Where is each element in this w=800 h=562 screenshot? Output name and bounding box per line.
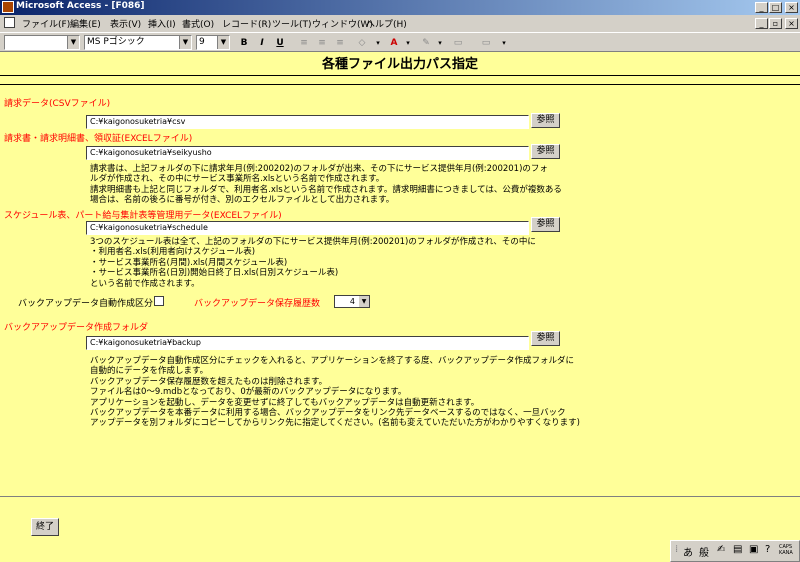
backup-count-combo[interactable]: 4 ▼	[334, 295, 370, 308]
child-restore-icon[interactable]: ▫	[769, 18, 782, 29]
menu-edit[interactable]: 編集(E)	[70, 17, 101, 30]
child-minimize-icon[interactable]: _	[755, 18, 768, 29]
menu-window[interactable]: ウィンドウ(W)	[312, 17, 373, 30]
align-right-icon[interactable]: ≡	[332, 36, 348, 50]
csv-section-label: 請求データ(CSVファイル)	[4, 99, 111, 109]
menu-records[interactable]: レコード(R)	[222, 17, 271, 30]
ime-help-icon[interactable]: ?	[765, 544, 770, 555]
chevron-down-icon[interactable]: ▼	[359, 296, 369, 307]
schedule-note: 3つのスケジュール表は全て、上記のフォルダの下にサービス提供年月(例:20020…	[90, 237, 536, 289]
line-color-dropdown-icon[interactable]: ▾	[432, 36, 448, 50]
window-title: Microsoft Access - [F086]	[16, 1, 145, 11]
minimize-icon[interactable]: _	[755, 2, 768, 13]
invoice-browse-button[interactable]: 参照	[531, 144, 560, 159]
ime-toolbar: ⁞ あ 般 ✍ ▤ ▣ ? CAPS KANA	[670, 540, 800, 562]
font-color-dropdown-icon[interactable]: ▾	[400, 36, 416, 50]
backup-browse-button[interactable]: 参照	[531, 331, 560, 346]
csv-path-input[interactable]: C:¥kaigonosuketria¥csv	[86, 115, 529, 129]
ime-tool-icon[interactable]: ▣	[749, 544, 758, 555]
close-icon[interactable]: ×	[785, 2, 798, 13]
font-name-combo[interactable]: MS Pゴシック ▼	[84, 35, 192, 50]
special-effect-icon[interactable]: ▭	[478, 36, 494, 50]
backup-section-label: バックアアップデータ作成フォルダ	[4, 323, 149, 333]
menu-tools[interactable]: ツール(T)	[272, 17, 312, 30]
ime-caps-indicator: CAPS KANA	[779, 544, 793, 556]
schedule-section-label: スケジュール表、パート給与集計表等管理用データ(EXCELファイル)	[4, 211, 282, 221]
backup-count-label: バックアップデータ保存履歴数	[194, 299, 321, 309]
menu-bar: ファイル(F) 編集(E) 表示(V) 挿入(I) 書式(O) レコード(R) …	[0, 15, 800, 32]
ime-conversion-mode[interactable]: 般	[699, 544, 709, 559]
fill-color-icon[interactable]: ◇	[354, 36, 370, 50]
menu-insert[interactable]: 挿入(I)	[148, 17, 176, 30]
backup-path-input[interactable]: C:¥kaigonosuketria¥backup	[86, 336, 529, 350]
menu-format[interactable]: 書式(O)	[182, 17, 214, 30]
ime-mode-hiragana[interactable]: あ	[683, 544, 693, 559]
font-size-combo[interactable]: 9 ▼	[196, 35, 230, 50]
invoice-path-input[interactable]: C:¥kaigonosuketria¥seikyusho	[86, 146, 529, 160]
formatting-toolbar: ▼ MS Pゴシック ▼ 9 ▼ B I U ≡ ≡ ≡ ◇ ▾ A ▾ ✎ ▾ ▭…	[0, 32, 800, 52]
align-center-icon[interactable]: ≡	[314, 36, 330, 50]
special-effect-dropdown-icon[interactable]: ▾	[496, 36, 512, 50]
ime-dictionary-icon[interactable]: ▤	[733, 544, 742, 555]
schedule-browse-button[interactable]: 参照	[531, 217, 560, 232]
ime-pad-icon[interactable]: ✍	[717, 544, 725, 555]
ime-grip-icon[interactable]: ⁞	[675, 544, 678, 555]
menu-file[interactable]: ファイル(F)	[22, 17, 70, 30]
access-app-icon[interactable]	[2, 1, 14, 13]
bold-button[interactable]: B	[236, 36, 252, 50]
backup-note: バックアップデータ自動作成区分にチェックを入れると、アプリケーションを終了する度…	[90, 356, 580, 429]
maximize-icon[interactable]: □	[769, 2, 782, 13]
child-close-icon[interactable]: ×	[785, 18, 798, 29]
invoice-note: 請求書は、上記フォルダの下に請求年月(例:200202)のフォルダが出来、その下…	[90, 164, 562, 206]
detail-divider	[0, 84, 800, 85]
italic-button[interactable]: I	[254, 36, 270, 50]
title-bar: Microsoft Access - [F086] _ □ ×	[0, 0, 800, 15]
align-left-icon[interactable]: ≡	[296, 36, 312, 50]
schedule-path-input[interactable]: C:¥kaigonosuketria¥schedule	[86, 221, 529, 235]
menu-view[interactable]: 表示(V)	[110, 17, 141, 30]
backup-auto-label: バックアップデータ自動作成区分	[18, 299, 154, 309]
form-title: 各種ファイル出力パス指定	[321, 57, 478, 72]
line-width-icon[interactable]: ▭	[450, 36, 466, 50]
csv-browse-button[interactable]: 参照	[531, 113, 560, 128]
object-combo[interactable]: ▼	[4, 35, 80, 50]
backup-auto-checkbox[interactable]	[154, 296, 164, 306]
footer-divider	[0, 496, 800, 497]
fill-color-dropdown-icon[interactable]: ▾	[370, 36, 386, 50]
form-icon[interactable]	[4, 17, 15, 28]
exit-button[interactable]: 終了	[31, 518, 59, 536]
invoice-section-label: 請求書・請求明細書、領収証(EXCELファイル)	[4, 134, 193, 144]
underline-button[interactable]: U	[272, 36, 288, 50]
header-divider	[0, 75, 800, 76]
menu-help[interactable]: ヘルプ(H)	[366, 17, 407, 30]
